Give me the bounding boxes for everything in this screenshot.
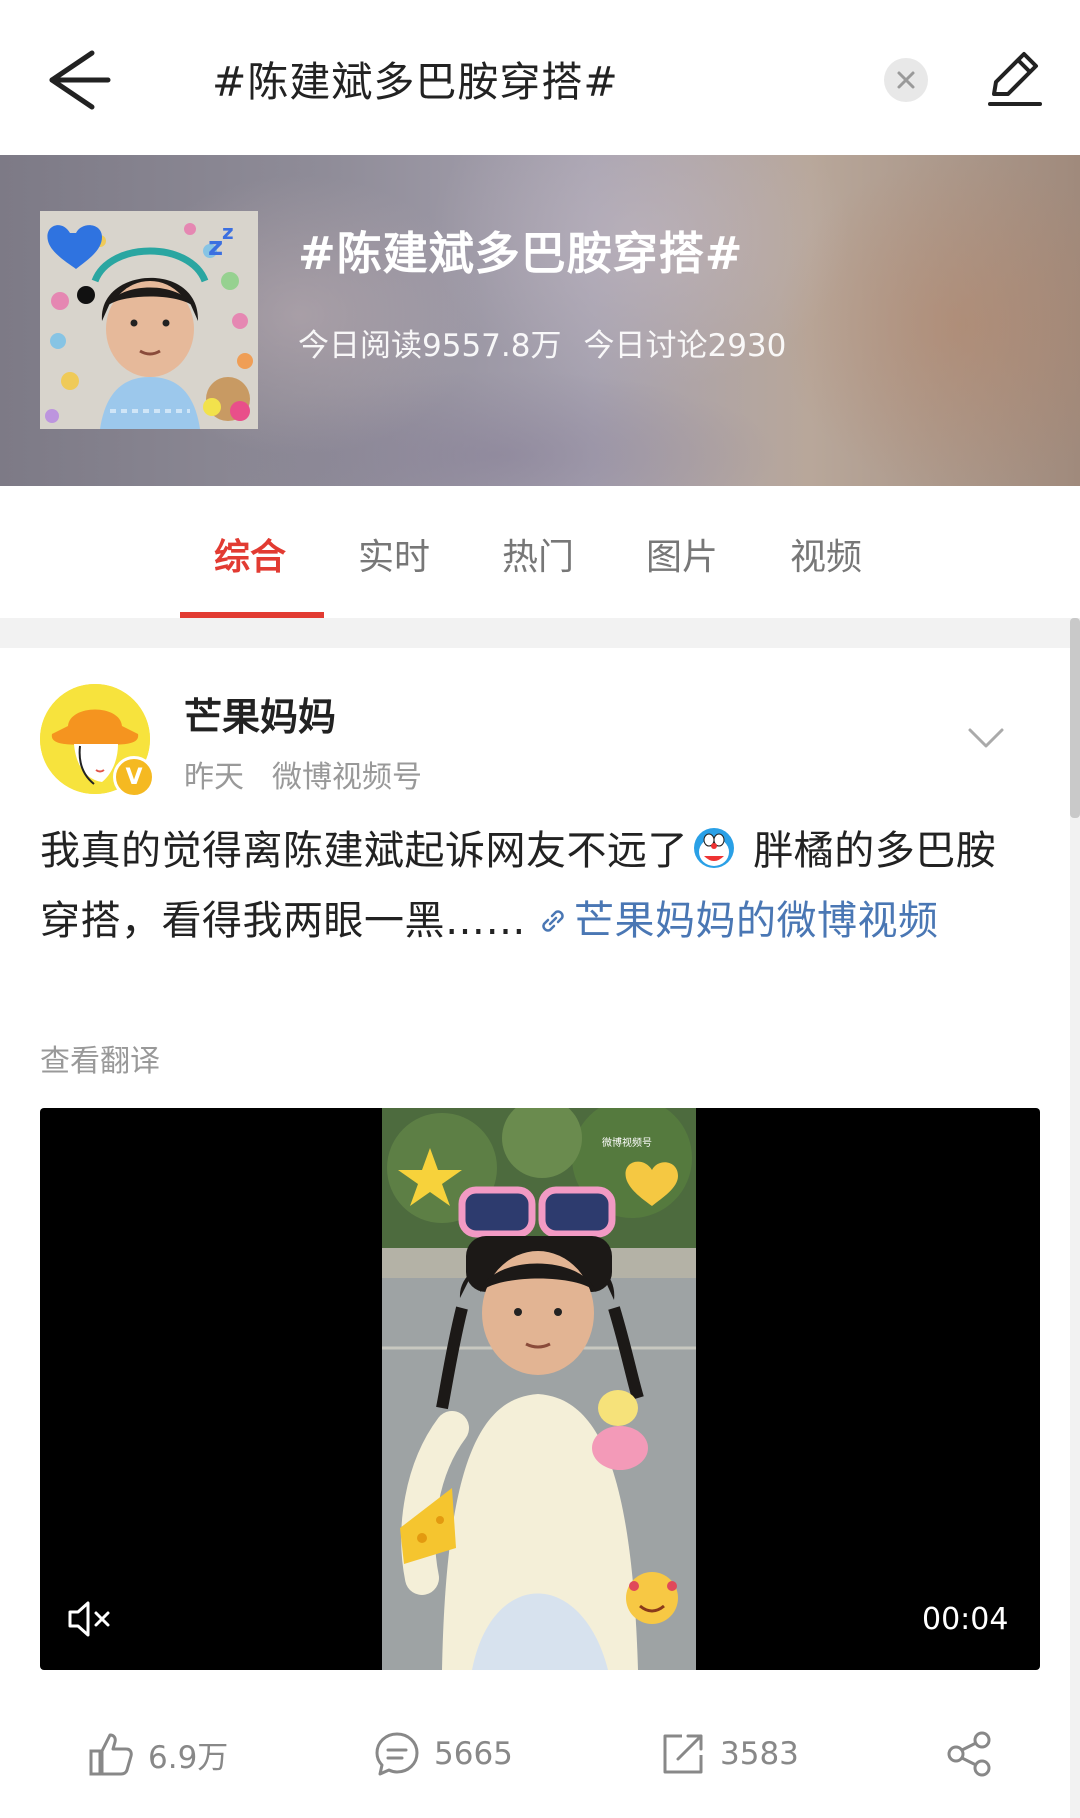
video-duration: 00:04 bbox=[922, 1602, 1009, 1637]
topic-thumbnail[interactable]: z z bbox=[40, 211, 258, 429]
clear-search-button[interactable] bbox=[884, 58, 928, 102]
repost-count: 3583 bbox=[720, 1736, 799, 1772]
close-icon bbox=[897, 71, 915, 89]
topic-stats: 今日阅读9557.8万 今日讨论2930 bbox=[298, 320, 786, 365]
share-button[interactable] bbox=[944, 1728, 994, 1780]
svg-text:z: z bbox=[222, 220, 234, 244]
active-tab-indicator bbox=[180, 612, 324, 618]
like-count: 6.9万 bbox=[148, 1739, 229, 1776]
post-meta: 昨天 微博视频号 bbox=[184, 752, 422, 796]
search-input[interactable]: #陈建斌多巴胺穿搭# bbox=[212, 48, 619, 108]
mute-icon[interactable] bbox=[64, 1594, 114, 1644]
share-icon bbox=[947, 1731, 991, 1777]
discussions-today: 今日讨论2930 bbox=[583, 328, 787, 364]
link-icon bbox=[542, 910, 564, 932]
chevron-down-icon[interactable] bbox=[966, 724, 1006, 754]
translate-link[interactable]: 查看翻译 bbox=[40, 1036, 160, 1080]
back-arrow-icon[interactable] bbox=[40, 45, 120, 115]
topic-header: z z #陈建斌多巴胺穿搭# 今日阅读9557.8万 今日讨论2930 bbox=[0, 155, 1080, 486]
video-link[interactable]: 芒果妈妈的微博视频 bbox=[574, 898, 939, 944]
doraemon-emoji-icon bbox=[694, 828, 734, 868]
svg-text:z: z bbox=[208, 232, 223, 262]
repost-icon bbox=[663, 1734, 703, 1774]
post-body: 我真的觉得离陈建斌起诉网友不远了 胖橘的多巴胺穿搭，看得我两眼一黑…… 芒果妈妈… bbox=[40, 816, 1030, 956]
tab-realtime[interactable]: 实时 bbox=[358, 528, 430, 580]
author-name[interactable]: 芒果妈妈 bbox=[184, 686, 336, 741]
reads-today: 今日阅读9557.8万 bbox=[298, 328, 562, 364]
video-watermark: 微博视频号 bbox=[602, 1136, 652, 1149]
video-frame: 微博视频号 bbox=[382, 1108, 696, 1670]
comment-icon bbox=[375, 1732, 419, 1776]
verified-badge-icon: V bbox=[113, 756, 155, 798]
edit-pencil-icon[interactable] bbox=[982, 48, 1046, 112]
top-bar: #陈建斌多巴胺穿搭# bbox=[0, 0, 1080, 155]
comment-button[interactable]: 5665 bbox=[372, 1728, 513, 1780]
post-actions: 6.9万 5665 3583 bbox=[0, 1698, 1070, 1808]
thumbs-up-icon bbox=[89, 1733, 133, 1776]
post-time: 昨天 bbox=[184, 760, 244, 795]
video-player[interactable]: 微博视频号 00:04 bbox=[40, 1108, 1040, 1670]
topic-title: #陈建斌多巴胺穿搭# bbox=[298, 227, 744, 280]
scrollbar[interactable] bbox=[1070, 618, 1080, 818]
tab-hot[interactable]: 热门 bbox=[502, 528, 574, 580]
tab-images[interactable]: 图片 bbox=[646, 528, 718, 580]
like-button[interactable]: 6.9万 bbox=[86, 1728, 228, 1780]
repost-button[interactable]: 3583 bbox=[658, 1728, 799, 1780]
comment-count: 5665 bbox=[434, 1736, 513, 1772]
tab-comprehensive[interactable]: 综合 bbox=[214, 528, 286, 580]
tab-videos[interactable]: 视频 bbox=[790, 528, 862, 580]
post-card: V 芒果妈妈 昨天 微博视频号 我真的觉得离陈建斌起诉网友不远了 胖橘的多巴胺穿搭… bbox=[0, 648, 1070, 1818]
post-source[interactable]: 微博视频号 bbox=[272, 760, 422, 795]
post-text-part1: 我真的觉得离陈建斌起诉网友不远了 bbox=[40, 828, 688, 874]
tab-bar: 综合 实时 热门 图片 视频 bbox=[0, 486, 1080, 618]
